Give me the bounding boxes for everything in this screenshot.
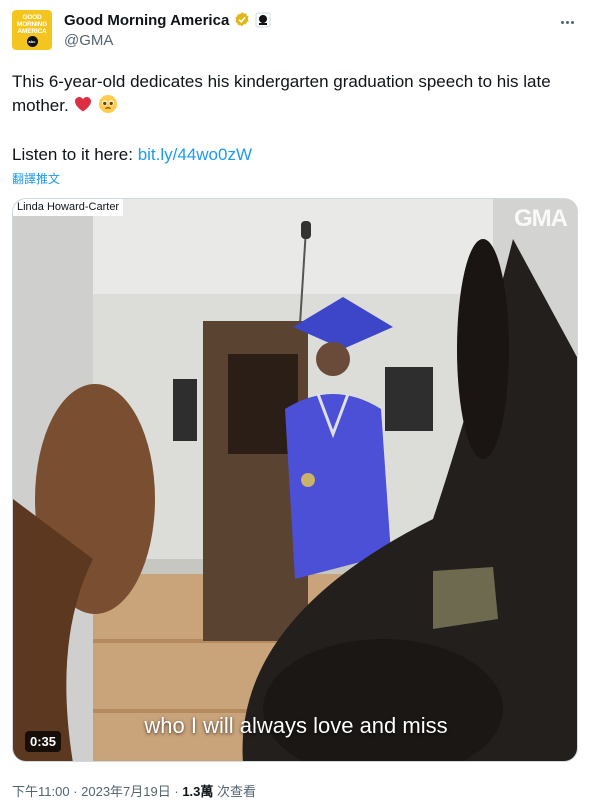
listen-prefix: Listen to it here:	[12, 145, 138, 164]
tweet-header: GOOD MORNING AMERICA abc Good Morning Am…	[12, 10, 577, 52]
pleading-face-icon	[98, 94, 118, 114]
avatar-text-3: AMERICA	[17, 27, 47, 35]
meta-separator-2: ·	[170, 784, 183, 799]
red-heart-icon	[73, 94, 93, 114]
name-row: Good Morning America	[64, 11, 271, 29]
photo-credit: Linda Howard-Carter	[13, 199, 124, 216]
gold-checkmark-icon[interactable]	[233, 11, 251, 29]
display-name[interactable]: Good Morning America	[64, 12, 229, 29]
listen-line: Listen to it here: bit.ly/44wo0zW	[12, 143, 252, 167]
avatar[interactable]: GOOD MORNING AMERICA abc	[12, 10, 52, 50]
tweet-time[interactable]: 下午11:00	[12, 784, 70, 799]
video-player[interactable]: Linda Howard-Carter GMA who I will alway…	[12, 198, 578, 762]
video-frame	[13, 199, 577, 761]
handle[interactable]: @GMA	[64, 32, 113, 49]
video-duration: 0:35	[25, 731, 62, 752]
tweet-text: This 6-year-old dedicates his kindergart…	[12, 70, 577, 118]
avatar-text-1: GOOD	[22, 13, 42, 21]
tweet-link[interactable]: bit.ly/44wo0zW	[138, 145, 252, 164]
views-count: 1.3萬	[182, 784, 214, 799]
gma-watermark: GMA	[514, 205, 568, 232]
tweet-date[interactable]: 2023年7月19日	[81, 784, 171, 799]
more-options-icon[interactable]	[557, 12, 577, 32]
affiliate-badge-icon[interactable]	[255, 12, 271, 28]
views-label: 次查看	[213, 784, 257, 799]
tweet-meta: 下午11:00 · 2023年7月19日 · 1.3萬 次查看	[12, 781, 256, 800]
translate-tweet-link[interactable]: 翻譯推文	[12, 170, 60, 187]
meta-separator: ·	[69, 784, 82, 799]
video-caption: who I will always love and miss	[144, 713, 448, 738]
avatar-text-2: MORNING	[16, 20, 47, 28]
abc-logo: abc	[26, 35, 38, 47]
